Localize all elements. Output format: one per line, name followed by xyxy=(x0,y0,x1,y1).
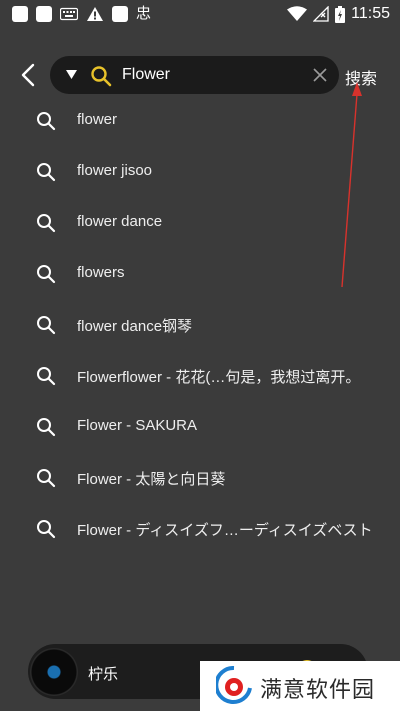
vinyl-disc-icon xyxy=(30,648,78,696)
no-signal-icon xyxy=(313,6,329,22)
status-bar-left: 忠 xyxy=(12,6,151,22)
suggestion-label: flowers xyxy=(77,264,125,281)
suggestion-item[interactable]: flower xyxy=(0,95,400,146)
player-title: 柠乐 xyxy=(88,666,119,683)
suggestion-item[interactable]: Flowerflower - 花花(…句是，我想过离开。 xyxy=(0,350,400,401)
back-arrow-icon xyxy=(21,63,35,87)
suggestion-label: Flowerflower - 花花(…句是，我想过离开。 xyxy=(77,369,361,386)
suggestion-item[interactable]: flower dance xyxy=(0,197,400,248)
notification-box-icon xyxy=(36,6,52,22)
suggestion-item[interactable]: flowers xyxy=(0,248,400,299)
search-icon xyxy=(37,469,56,488)
suggestion-label: flower xyxy=(77,111,118,128)
search-icon xyxy=(37,520,56,539)
back-button[interactable] xyxy=(14,60,42,90)
status-bar: 忠 11:55 xyxy=(0,0,400,30)
clear-icon[interactable] xyxy=(311,66,329,84)
suggestion-list: flower flower jisoo flower dance flowers… xyxy=(0,95,400,554)
search-icon xyxy=(37,214,56,233)
watermark-text: 满意软件园 xyxy=(260,677,376,702)
dropdown-triangle-icon[interactable] xyxy=(66,70,77,79)
search-icon xyxy=(37,265,56,284)
suggestion-label: flower jisoo xyxy=(77,162,153,179)
search-icon xyxy=(37,418,56,437)
search-bar: Flower xyxy=(50,56,339,94)
warning-icon xyxy=(87,7,103,21)
suggestion-item[interactable]: Flower - 太陽と向日葵 xyxy=(0,452,400,503)
suggestion-label: flower dance钢琴 xyxy=(77,318,193,335)
suggestion-label: flower dance xyxy=(77,213,163,230)
search-icon xyxy=(37,112,56,131)
battery-icon xyxy=(335,5,346,23)
search-submit-button[interactable]: 搜索 xyxy=(345,65,377,89)
search-icon xyxy=(37,163,56,182)
notification-box-icon xyxy=(112,6,128,22)
suggestion-item[interactable]: Flower - ディスイズフ…ーディスイズベスト xyxy=(0,503,400,554)
watermark-logo-icon xyxy=(216,666,252,704)
suggestion-item[interactable]: flower jisoo xyxy=(0,146,400,197)
status-time: 11:55 xyxy=(351,5,390,22)
suggestion-label: Flower - 太陽と向日葵 xyxy=(77,471,226,488)
suggestion-item[interactable]: Flower - SAKURA xyxy=(0,401,400,452)
app-icon: 忠 xyxy=(136,5,152,22)
suggestion-item[interactable]: flower dance钢琴 xyxy=(0,299,400,350)
suggestion-label: Flower - SAKURA xyxy=(77,417,198,434)
suggestion-label: Flower - ディスイズフ…ーディスイズベスト xyxy=(77,522,373,539)
wifi-icon xyxy=(287,6,308,21)
search-icon xyxy=(91,66,112,87)
watermark: 满意软件园 xyxy=(200,661,400,711)
search-input[interactable]: Flower xyxy=(122,66,170,84)
search-icon xyxy=(37,367,56,386)
notification-box-icon xyxy=(12,6,28,22)
status-bar-right: 11:55 xyxy=(287,5,390,23)
search-row: Flower 搜索 xyxy=(0,52,400,98)
keyboard-icon xyxy=(60,7,78,21)
search-icon xyxy=(37,316,56,335)
